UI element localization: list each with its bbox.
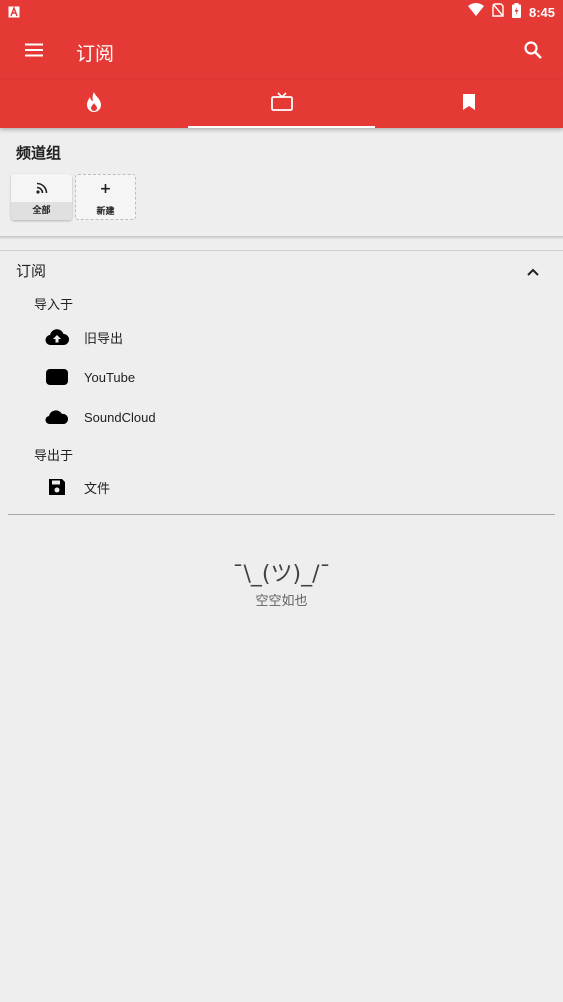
group-chip-all[interactable]: 全部 [11, 174, 72, 220]
page-title: 订阅 [76, 42, 115, 65]
collapse-button[interactable] [521, 258, 545, 282]
import-item-label: YouTube [84, 369, 136, 385]
channel-groups-title: 频道组 [16, 144, 62, 162]
import-item-label: 旧导出 [84, 330, 124, 346]
tv-icon [270, 92, 294, 116]
save-icon [44, 474, 70, 500]
export-to-label: 导出于 [34, 449, 74, 464]
import-soundcloud-item[interactable]: SoundCloud [0, 397, 563, 437]
no-sim-icon [492, 3, 504, 21]
status-time: 8:45 [528, 4, 555, 20]
tab-bar [0, 80, 563, 128]
group-chip-label: 全部 [11, 202, 72, 220]
subscriptions-header[interactable]: 订阅 [0, 252, 563, 288]
rss-icon [35, 179, 48, 198]
soundcloud-icon [44, 404, 70, 430]
empty-state-emoticon: ¯\_(ツ)_/¯ [232, 562, 331, 587]
bookmark-icon [462, 93, 476, 115]
new-group-button[interactable]: + 新建 [75, 174, 136, 220]
group-chip-label: 新建 [96, 207, 115, 217]
search-icon [523, 40, 543, 64]
tab-bookmarks[interactable] [375, 80, 563, 128]
subscriptions-title: 订阅 [16, 261, 47, 280]
battery-charging-icon [511, 2, 521, 22]
empty-state-message: 空空如也 [255, 594, 308, 609]
menu-icon [24, 42, 44, 62]
cloud-upload-icon [44, 324, 70, 350]
section-divider [0, 236, 563, 239]
tab-trending[interactable] [0, 80, 188, 128]
tab-subscriptions[interactable] [187, 80, 376, 128]
import-item-label: SoundCloud [84, 409, 156, 425]
fire-icon [85, 91, 103, 117]
chevron-up-icon [527, 261, 539, 280]
import-from-label: 导入于 [34, 298, 74, 313]
youtube-icon [44, 364, 70, 390]
export-item-label: 文件 [84, 480, 111, 496]
wifi-icon [467, 3, 484, 21]
notification-a-icon [8, 3, 20, 22]
export-file-item[interactable]: 文件 [0, 467, 563, 507]
import-youtube-item[interactable]: YouTube [0, 357, 563, 397]
menu-button[interactable] [6, 24, 62, 80]
app-toolbar: 订阅 [0, 24, 563, 80]
plus-icon: + [99, 181, 112, 197]
search-button[interactable] [505, 24, 561, 80]
channel-groups-section: 频道组 全部 + 新建 [0, 128, 563, 238]
status-bar: 8:45 [0, 0, 563, 24]
divider [8, 514, 555, 515]
import-previous-export-item[interactable]: 旧导出 [0, 317, 563, 357]
divider [0, 250, 563, 251]
